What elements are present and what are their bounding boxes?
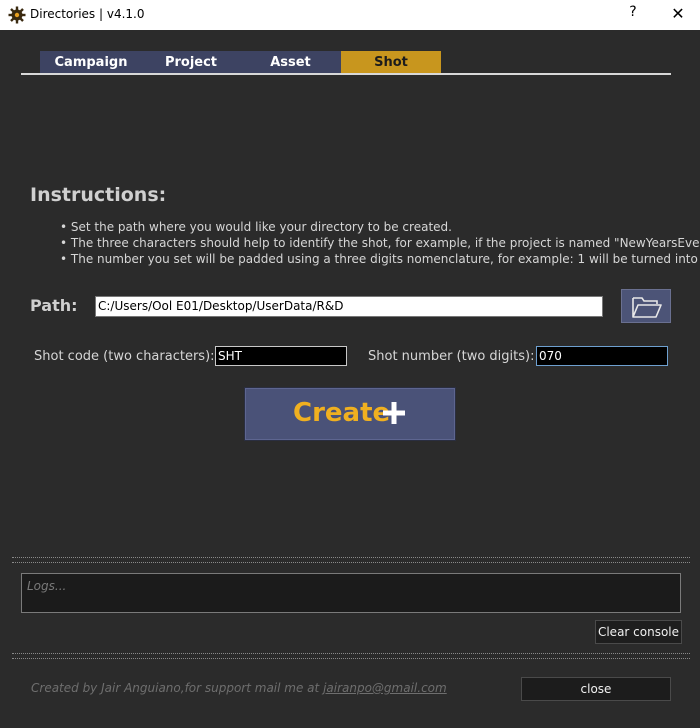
divider-bottom xyxy=(12,653,690,659)
clear-console-button[interactable]: Clear console xyxy=(595,620,682,644)
title-bar: Directories | v4.1.0 ? ✕ xyxy=(0,0,700,30)
help-button[interactable]: ? xyxy=(624,4,642,24)
divider-top xyxy=(12,557,690,563)
tab-shot[interactable]: Shot xyxy=(341,51,441,73)
credit-text: Created by Jair Anguiano,for support mai… xyxy=(31,681,324,695)
footer-credit: Created by Jair Anguiano,for support mai… xyxy=(31,681,447,695)
instruction-item: • The number you set will be padded usin… xyxy=(60,252,700,266)
shot-code-label: Shot code (two characters): xyxy=(34,349,215,364)
window-title: Directories | v4.1.0 xyxy=(30,7,145,21)
path-label: Path: xyxy=(30,296,78,315)
plus-icon xyxy=(383,402,405,424)
logs-placeholder: Logs... xyxy=(27,579,67,593)
gear-icon xyxy=(8,6,26,24)
instruction-item: • The three characters should help to id… xyxy=(60,236,700,250)
support-email-link[interactable]: jairanpo@gmail.com xyxy=(323,681,447,695)
instruction-item: • Set the path where you would like your… xyxy=(60,220,452,234)
create-button[interactable]: Create xyxy=(244,387,456,441)
tab-bar: Campaign Project Asset Shot xyxy=(40,51,441,73)
create-button-label: Create xyxy=(293,398,391,428)
window-close-button[interactable]: ✕ xyxy=(668,4,688,24)
instructions-list: • Set the path where you would like your… xyxy=(60,219,700,267)
shot-number-field[interactable]: 070 xyxy=(536,346,668,366)
shot-code-field[interactable]: SHT xyxy=(215,346,347,366)
path-input[interactable]: C:/Users/Ool E01/Desktop/UserData/R&D xyxy=(95,296,603,317)
tab-underline xyxy=(21,73,671,75)
logs-console[interactable]: Logs... xyxy=(21,573,681,613)
browse-folder-button[interactable] xyxy=(621,289,671,323)
shot-number-label: Shot number (two digits): xyxy=(368,349,535,364)
tab-campaign[interactable]: Campaign xyxy=(40,51,142,73)
instructions-title: Instructions: xyxy=(30,184,167,206)
tab-project[interactable]: Project xyxy=(142,51,240,73)
directories-window: Directories | v4.1.0 ? ✕ Campaign Projec… xyxy=(0,0,700,728)
folder-open-icon xyxy=(632,297,662,318)
close-button[interactable]: close xyxy=(521,677,671,701)
tab-asset[interactable]: Asset xyxy=(240,51,341,73)
